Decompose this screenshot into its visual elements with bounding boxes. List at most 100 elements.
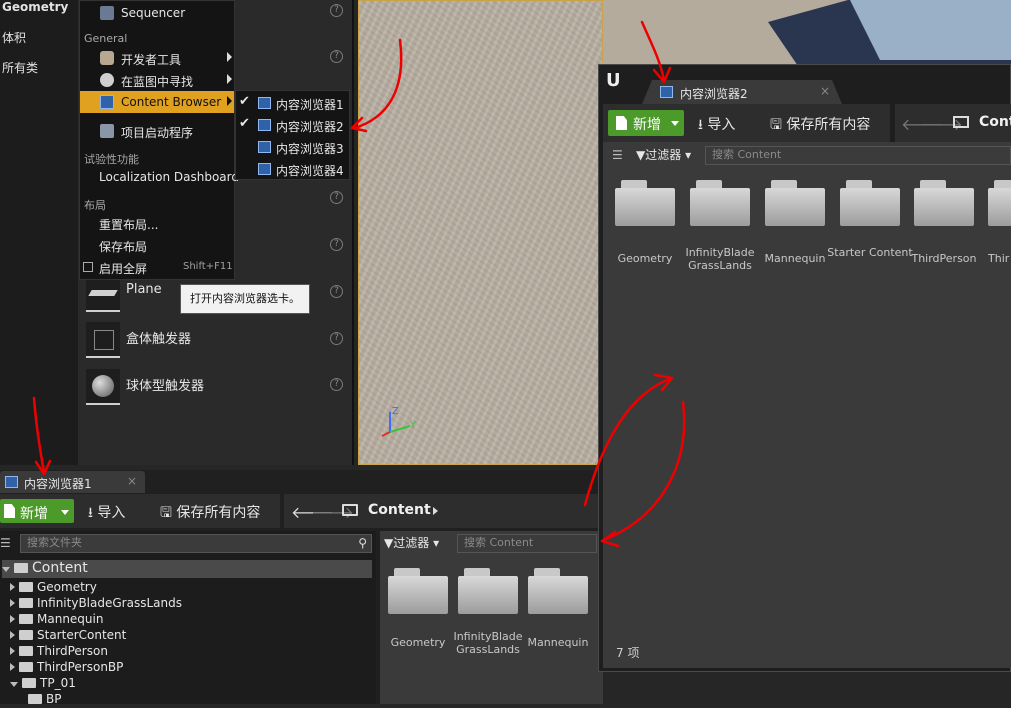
svg-text:Z: Z xyxy=(392,406,399,417)
menu-item-project-launcher[interactable]: 项目启动程序 xyxy=(80,120,234,142)
menu-item-dev-tools[interactable]: 开发者工具 xyxy=(80,47,234,69)
tree-item[interactable]: ThirdPersonBP xyxy=(10,660,123,676)
submenu-arrow-icon xyxy=(227,52,232,62)
folder-tile[interactable]: Mannequin xyxy=(765,180,825,270)
folder-icon xyxy=(953,116,969,128)
new-button[interactable]: 新增 xyxy=(608,110,684,136)
folder-name: Mannequin xyxy=(527,636,589,649)
close-icon[interactable]: × xyxy=(820,84,830,98)
menu-item-label: Content Browser xyxy=(121,95,222,109)
help-icon[interactable]: ? xyxy=(330,50,343,63)
tree-item[interactable]: StarterContent xyxy=(10,628,126,644)
tree-item-label: Content xyxy=(32,560,88,576)
folder-tile[interactable]: Starter Content xyxy=(827,180,913,270)
menu-item-find-in-blueprints[interactable]: 在蓝图中寻找 xyxy=(80,69,234,91)
tab-content-browser-1[interactable]: 内容浏览器1 × xyxy=(0,471,145,493)
level-viewport[interactable] xyxy=(358,0,603,465)
tree-item[interactable]: Mannequin xyxy=(10,612,103,628)
menu-item-sequencer[interactable]: Sequencer xyxy=(80,2,234,24)
place-item-box-trigger[interactable]: 盒体触发器 xyxy=(84,320,334,358)
tree-item[interactable]: Geometry xyxy=(10,580,97,596)
new-button-label: 新增 xyxy=(20,506,48,522)
submenu-item-browser2[interactable]: ✔ 内容浏览器2 xyxy=(236,114,349,136)
submenu-item-label: 内容浏览器4 xyxy=(276,164,344,178)
folder-tile[interactable]: Thir xyxy=(988,180,1011,270)
folder-tree: Content Geometry InfinityBladeGrassLands… xyxy=(2,558,372,706)
tab-label: 内容浏览器1 xyxy=(24,477,92,491)
checkbox-icon[interactable] xyxy=(83,262,93,272)
folder-icon xyxy=(19,598,33,608)
save-all-button[interactable]: 🖫 保存所有内容 xyxy=(770,114,870,138)
folder-search-input[interactable]: 搜索文件夹 ⚲ xyxy=(20,534,372,553)
submenu-item-browser3[interactable]: 内容浏览器3 xyxy=(236,136,349,158)
folder-tile[interactable]: Mannequin xyxy=(528,568,588,658)
menu-item-label: 启用全屏 xyxy=(99,262,148,276)
folder-name: ThirdPerson xyxy=(911,252,977,265)
menu-item-label: 开发者工具 xyxy=(121,53,182,67)
import-label: 导入 xyxy=(707,117,736,133)
new-button[interactable]: 新增 xyxy=(0,499,74,523)
sources-toggle-icon[interactable]: ☰ xyxy=(612,148,623,162)
submenu-item-browser4[interactable]: 内容浏览器4 xyxy=(236,158,349,180)
dev-tools-icon xyxy=(100,51,114,65)
folder-icon xyxy=(19,614,33,624)
close-icon[interactable]: × xyxy=(127,474,137,488)
sources-toggle-icon[interactable]: ☰ xyxy=(0,536,16,550)
folder-tile[interactable]: Geometry xyxy=(388,568,448,658)
folder-tile[interactable]: Geometry xyxy=(615,180,675,270)
submenu-item-label: 内容浏览器1 xyxy=(276,98,344,112)
asset-search-input[interactable]: 搜索 Content xyxy=(705,146,1011,165)
import-icon: ⭳ xyxy=(88,505,93,521)
submenu-item-browser1[interactable]: ✔ 内容浏览器1 xyxy=(236,92,349,114)
search-icon[interactable]: ⚲ xyxy=(358,535,367,551)
menu-section-general: General xyxy=(84,32,128,45)
menu-item-reset-layout[interactable]: 重置布局... xyxy=(80,212,234,234)
import-label: 导入 xyxy=(97,505,126,521)
menu-item-label: 保存布局 xyxy=(99,240,148,254)
folder-icon xyxy=(840,188,900,226)
menu-item-fullscreen[interactable]: 启用全屏 Shift+F11 xyxy=(80,256,234,278)
folder-tile[interactable]: InfinityBlade GrassLands xyxy=(453,568,523,658)
asset-search-input[interactable]: 搜索 Content xyxy=(457,534,597,553)
save-all-button[interactable]: 🖫 保存所有内容 xyxy=(160,502,260,526)
content-browser-icon xyxy=(5,476,18,488)
find-icon xyxy=(100,73,114,87)
help-icon[interactable]: ? xyxy=(330,4,343,17)
place-item-label: 盒体触发器 xyxy=(126,332,192,347)
help-icon[interactable]: ? xyxy=(330,191,343,204)
category-geometry[interactable]: Geometry xyxy=(2,0,68,14)
place-item-sphere-trigger[interactable]: 球体型触发器 xyxy=(84,367,334,405)
tab-content-browser-2[interactable]: 内容浏览器2 × xyxy=(642,80,842,104)
folder-icon xyxy=(14,563,28,573)
tooltip: 打开内容浏览器选卡。 xyxy=(180,284,310,314)
menu-item-localization-dashboard[interactable]: Localization Dashboard xyxy=(80,166,239,188)
save-all-label: 保存所有内容 xyxy=(176,505,261,521)
path-arrow-icon[interactable] xyxy=(433,507,438,515)
folder-icon xyxy=(615,188,675,226)
tree-root[interactable]: Content xyxy=(2,560,372,578)
category-all-classes[interactable]: 所有类 xyxy=(2,59,38,76)
folder-icon xyxy=(19,662,33,672)
category-volumes[interactable]: 体积 xyxy=(2,29,26,46)
tree-item[interactable]: ThirdPerson xyxy=(10,644,108,660)
filter-button[interactable]: ▼过滤器 ▾ xyxy=(636,146,691,163)
content-browser-icon xyxy=(258,141,271,153)
menu-item-content-browser[interactable]: Content Browser xyxy=(80,91,234,113)
import-button[interactable]: ⭳ 导入 xyxy=(698,114,735,138)
tree-item[interactable]: BP xyxy=(28,692,61,708)
content-browser-icon xyxy=(258,163,271,175)
menu-item-save-layout[interactable]: 保存布局 xyxy=(80,234,234,256)
folder-icon xyxy=(528,576,588,614)
folder-tile[interactable]: ThirdPerson xyxy=(911,180,977,270)
filter-button[interactable]: ▼过滤器 ▾ xyxy=(384,534,439,551)
path-breadcrumb[interactable]: Content xyxy=(368,502,431,518)
folder-icon xyxy=(988,188,1011,226)
folder-icon xyxy=(765,188,825,226)
tree-item[interactable]: TP_01 xyxy=(10,676,76,692)
path-breadcrumb[interactable]: Conte xyxy=(979,114,1011,130)
folder-tile[interactable]: InfinityBlade GrassLands xyxy=(685,180,755,272)
menu-section-experimental: 试验性功能 xyxy=(84,153,139,166)
import-button[interactable]: ⭳ 导入 xyxy=(88,502,125,526)
tree-item[interactable]: InfinityBladeGrassLands xyxy=(10,596,182,612)
help-icon[interactable]: ? xyxy=(330,238,343,251)
